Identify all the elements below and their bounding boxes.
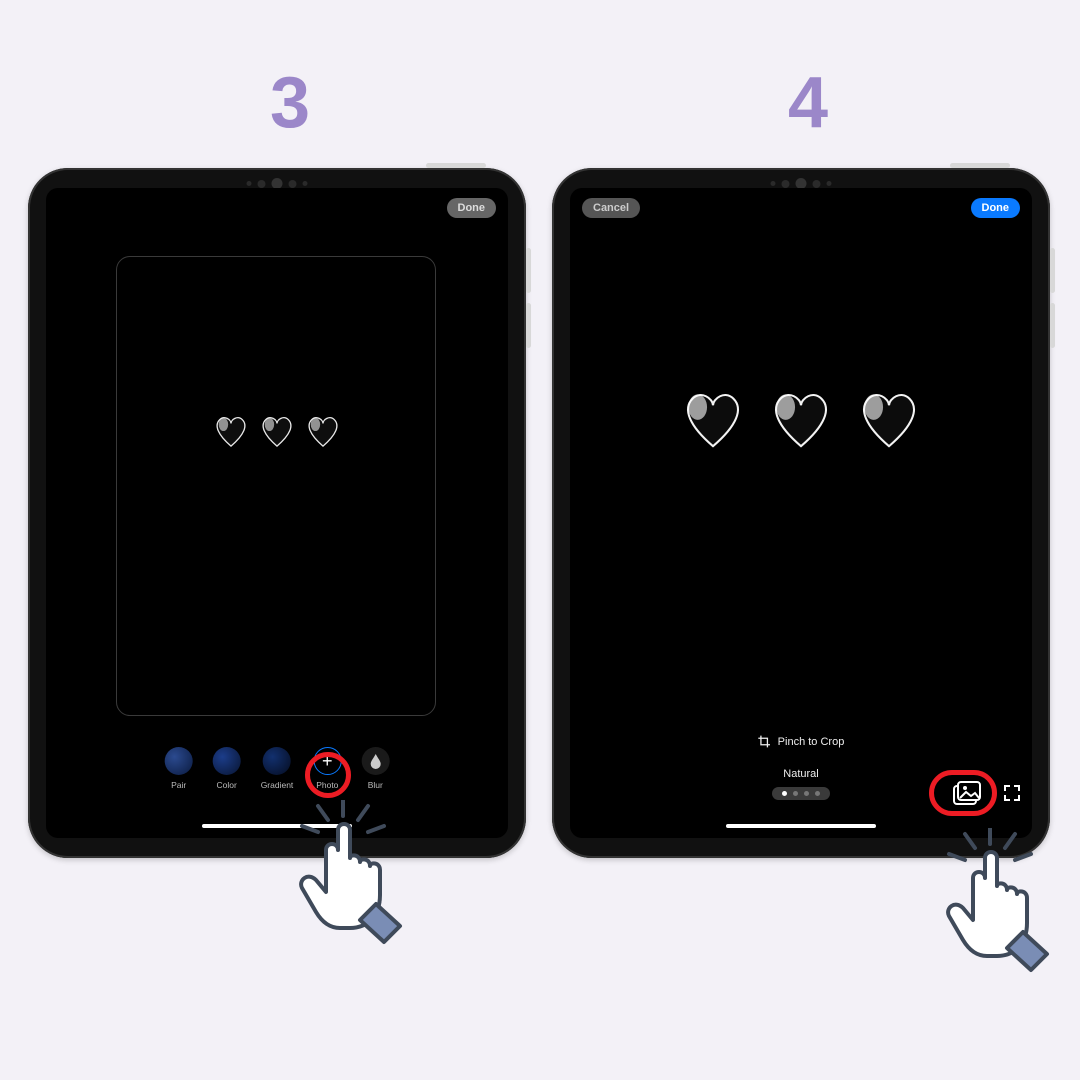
home-indicator[interactable] [726,824,876,828]
ipad-step-3: Done Pair Color [28,168,526,858]
tap-hand-icon [288,800,418,940]
volume-up [526,248,531,293]
tap-hand-icon [935,828,1065,968]
volume-down [1050,303,1055,348]
heart-icon [855,388,923,450]
option-gradient[interactable]: Gradient [261,747,294,790]
highlight-ring [305,752,351,798]
power-button [950,163,1010,168]
wallpaper-preview-frame [116,256,436,716]
screen-3: Done Pair Color [46,188,508,838]
step-label-3: 3 [270,62,310,144]
screen-4: Cancel Done Pinch to Crop Natural [570,188,1032,838]
done-button[interactable]: Done [447,198,497,218]
drop-icon [361,747,389,775]
done-button[interactable]: Done [971,198,1021,218]
filter-pagination[interactable] [772,787,830,800]
power-button [426,163,486,168]
highlight-oval [929,770,997,816]
option-pair[interactable]: Pair [165,747,193,790]
step-label-4: 4 [788,62,828,144]
cancel-button[interactable]: Cancel [582,198,640,218]
option-color[interactable]: Color [213,747,241,790]
ipad-step-4: Cancel Done Pinch to Crop Natural [552,168,1050,858]
volume-up [1050,248,1055,293]
heart-icon [212,414,250,448]
volume-down [526,303,531,348]
hearts-preview [212,414,342,448]
pinch-to-crop: Pinch to Crop [758,735,845,748]
heart-icon [304,414,342,448]
heart-icon [767,388,835,450]
expand-icon[interactable] [1002,783,1022,803]
heart-icon [679,388,747,450]
wallpaper-options: Pair Color Gradient + Photo Blur [165,747,390,790]
hearts-wallpaper [679,388,923,450]
filter-name: Natural [783,768,818,780]
crop-icon [758,735,771,748]
heart-icon [258,414,296,448]
option-blur[interactable]: Blur [361,747,389,790]
